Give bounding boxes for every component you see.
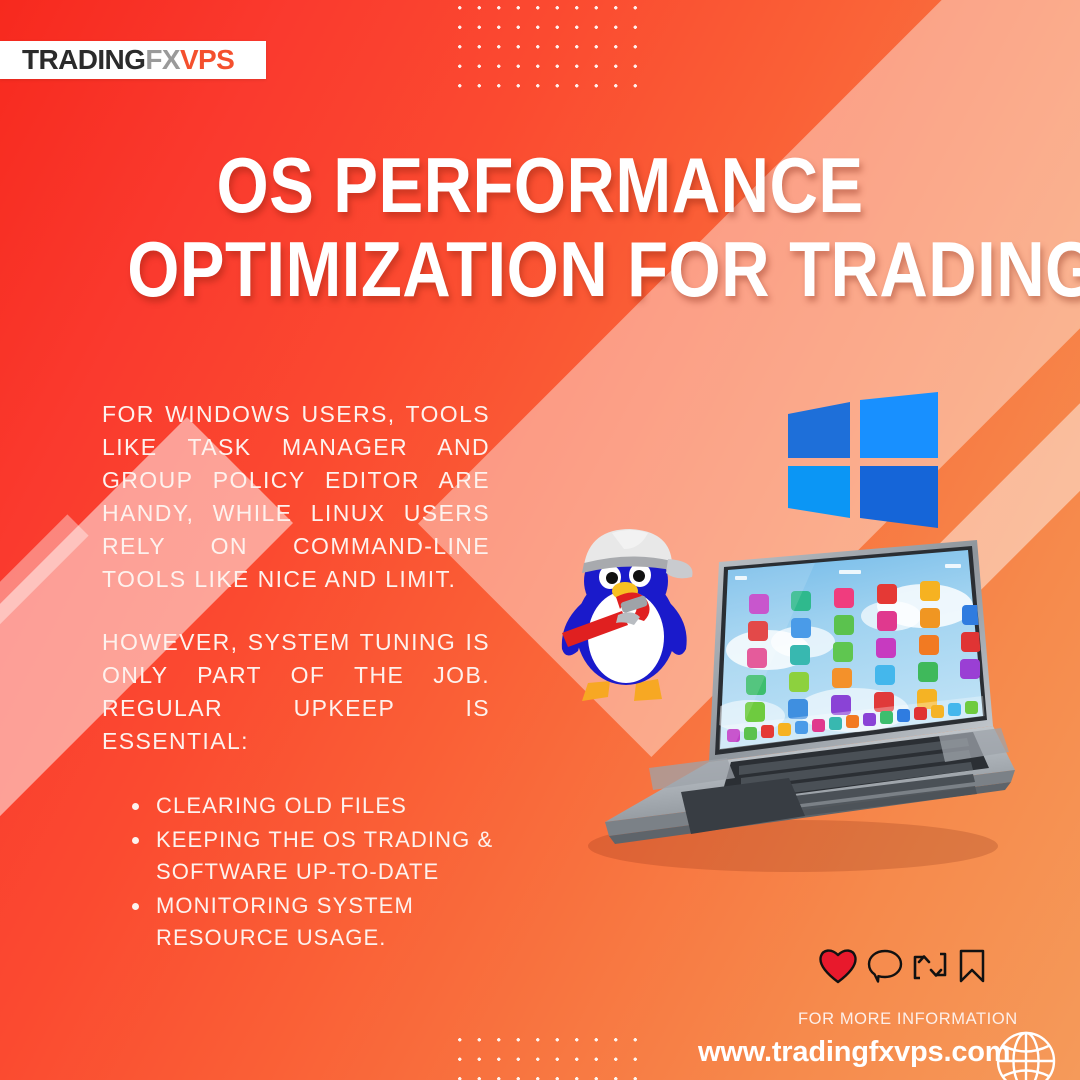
tux-penguin-icon — [561, 529, 693, 701]
poster-canvas: TRADINGFXVPS OS PERFORMANCE OPTIMIZATION… — [0, 0, 1080, 1080]
dot-pattern-bottom — [448, 1028, 640, 1080]
logo-text-vps: VPS — [179, 44, 235, 75]
logo-text-fx: FX — [145, 44, 180, 75]
list-item: MONITORING SYSTEM RESOURCE USAGE. — [128, 890, 508, 954]
footer: FOR MORE INFORMATION www.tradingfxvps.co… — [698, 948, 1060, 1080]
heart-icon[interactable] — [818, 948, 858, 984]
brand-logo[interactable]: TRADINGFXVPS — [0, 41, 266, 79]
windows-logo-icon — [788, 392, 938, 528]
list-item: KEEPING THE OS TRADING & SOFTWARE UP-TO-… — [128, 824, 508, 888]
headline-line-2: OPTIMIZATION FOR TRADING — [127, 225, 1080, 314]
bullet-list: CLEARING OLD FILES KEEPING THE OS TRADIN… — [128, 790, 508, 956]
headline-line-1: OS PERFORMANCE — [216, 141, 864, 229]
logo-text-trading: TRADING — [22, 44, 146, 75]
dot-pattern-top — [448, 0, 640, 88]
globe-icon — [996, 1031, 1056, 1080]
page-title: OS PERFORMANCE OPTIMIZATION FOR TRADING — [127, 141, 1080, 314]
list-item: CLEARING OLD FILES — [128, 790, 508, 822]
bookmark-icon[interactable] — [957, 948, 987, 984]
more-info-label: FOR MORE INFORMATION — [798, 1010, 1018, 1028]
comment-icon[interactable] — [867, 948, 903, 984]
paragraph-2: HOWEVER, SYSTEM TUNING IS ONLY PART OF T… — [102, 629, 490, 754]
social-icon-row — [818, 948, 987, 984]
repost-icon[interactable] — [912, 948, 948, 984]
paragraph-1: FOR WINDOWS USERS, TOOLS LIKE TASK MANAG… — [102, 401, 490, 592]
diagonal-band-bottom-left-thin — [0, 514, 89, 1080]
website-url[interactable]: www.tradingfxvps.com — [698, 1036, 1011, 1069]
body-copy: FOR WINDOWS USERS, TOOLS LIKE TASK MANAG… — [102, 398, 490, 788]
